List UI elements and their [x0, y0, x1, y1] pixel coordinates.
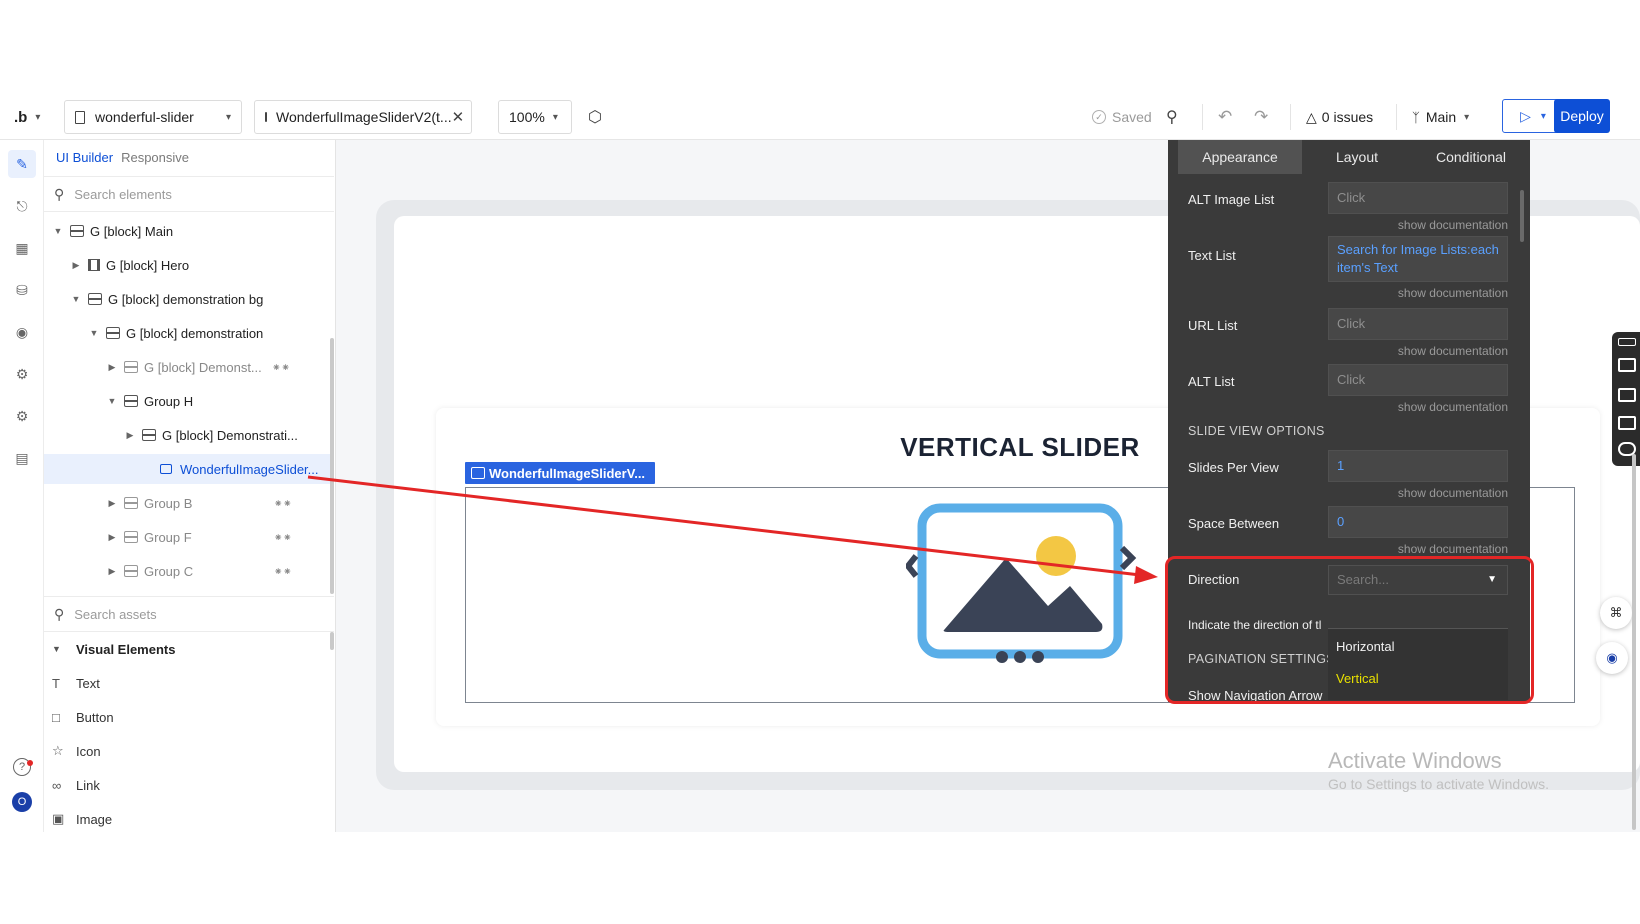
activate-windows-subtitle: Go to Settings to activate Windows.: [1328, 776, 1549, 792]
property-tabs: Appearance Layout Conditional: [1168, 140, 1530, 174]
slide-view-options-heading: SLIDE VIEW OPTIONS: [1188, 424, 1325, 438]
activate-windows-title: Activate Windows: [1328, 748, 1502, 773]
show-documentation-link[interactable]: show documentation: [1328, 542, 1508, 556]
slides-per-view-input[interactable]: 1: [1328, 450, 1508, 482]
screen-icon[interactable]: [1618, 416, 1636, 430]
video-icon[interactable]: [1618, 388, 1636, 402]
show-documentation-link[interactable]: show documentation: [1328, 344, 1508, 358]
alt-list-input[interactable]: Click: [1328, 364, 1508, 396]
show-documentation-link[interactable]: show documentation: [1328, 486, 1508, 500]
show-documentation-link[interactable]: show documentation: [1328, 286, 1508, 300]
panel-scrollbar[interactable]: [1520, 190, 1524, 242]
url-list-input[interactable]: Click: [1328, 308, 1508, 340]
tab-appearance[interactable]: Appearance: [1178, 140, 1302, 174]
show-documentation-link[interactable]: show documentation: [1328, 400, 1508, 414]
show-documentation-link[interactable]: show documentation: [1328, 218, 1508, 232]
canvas-scrollbar[interactable]: [1632, 454, 1636, 830]
tab-conditional[interactable]: Conditional: [1412, 140, 1530, 174]
camera-icon[interactable]: [1618, 358, 1636, 372]
alt-image-list-label: ALT Image List: [1188, 192, 1275, 207]
text-list-input[interactable]: Search for Image Lists:each item's Text: [1328, 236, 1508, 282]
text-list-label: Text List: [1188, 248, 1236, 263]
alt-image-list-input[interactable]: Click: [1328, 182, 1508, 214]
annotation-highlight-box: [1165, 556, 1534, 704]
recording-toolbar: [1612, 332, 1640, 466]
shortcuts-icon[interactable]: ⌘: [1600, 597, 1632, 629]
space-between-input[interactable]: 0: [1328, 506, 1508, 538]
pin-icon[interactable]: [1618, 338, 1636, 346]
url-list-label: URL List: [1188, 318, 1238, 333]
slides-per-view-label: Slides Per View: [1188, 460, 1279, 475]
tab-layout[interactable]: Layout: [1302, 140, 1412, 174]
space-between-label: Space Between: [1188, 516, 1280, 531]
assistant-icon[interactable]: ◉: [1596, 642, 1628, 674]
alt-list-label: ALT List: [1188, 374, 1235, 389]
